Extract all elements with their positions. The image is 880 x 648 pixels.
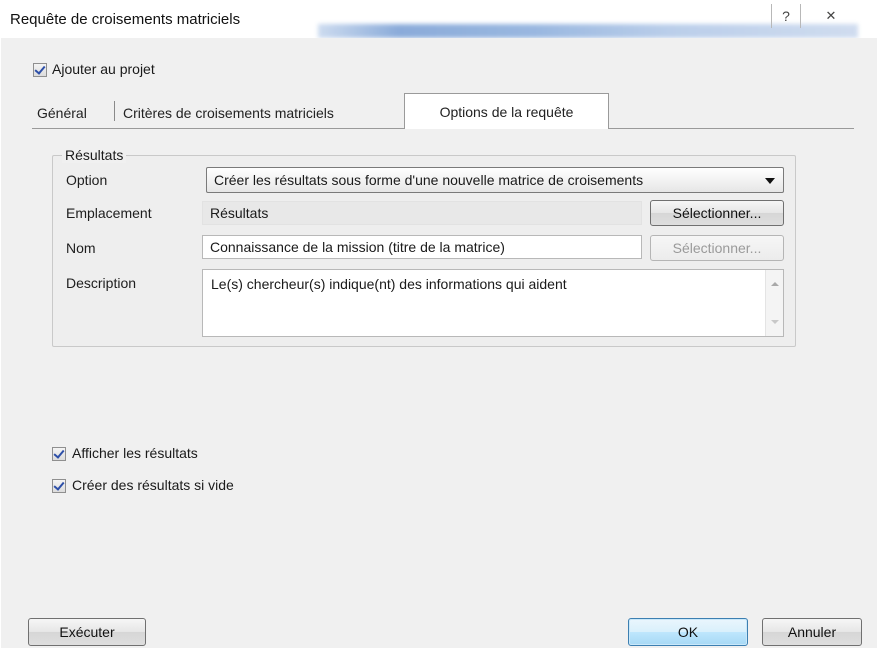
create-if-empty-checkbox[interactable] <box>52 479 66 493</box>
execute-label: Exécuter <box>59 624 115 640</box>
tab-query-options[interactable]: Options de la requête <box>404 93 609 129</box>
ok-button[interactable]: OK <box>628 618 748 646</box>
option-select[interactable]: Créer les résultats sous forme d'une nou… <box>206 167 784 193</box>
results-group-title: Résultats <box>62 147 127 163</box>
name-value: Connaissance de la mission (titre de la … <box>210 239 505 255</box>
close-icon: ✕ <box>825 8 837 23</box>
select-location-button[interactable]: Sélectionner... <box>650 200 784 226</box>
help-button[interactable]: ? <box>771 4 801 28</box>
description-scrollbar[interactable] <box>765 270 783 336</box>
ok-label: OK <box>677 624 699 640</box>
scroll-up-icon[interactable] <box>771 282 779 286</box>
help-icon: ? <box>782 8 790 24</box>
option-label: Option <box>66 172 108 188</box>
select-name-button[interactable]: Sélectionner... <box>650 235 784 261</box>
title-bar: Requête de croisements matriciels ? ✕ <box>0 0 880 38</box>
cancel-button[interactable]: Annuler <box>762 618 862 646</box>
tab-criteria[interactable]: Critères de croisements matriciels <box>123 99 334 127</box>
add-to-project-checkbox[interactable] <box>33 63 47 77</box>
name-label: Nom <box>66 240 96 256</box>
location-label: Emplacement <box>66 205 152 221</box>
show-results-checkbox[interactable] <box>52 447 66 461</box>
description-label: Description <box>66 275 137 291</box>
chevron-down-icon <box>765 178 775 184</box>
option-select-value: Créer les résultats sous forme d'une nou… <box>214 172 644 188</box>
location-field: Résultats <box>202 201 642 225</box>
tab-query-options-label: Options de la requête <box>439 103 574 120</box>
description-value: Le(s) chercheur(s) indique(nt) des infor… <box>211 276 567 292</box>
cancel-label: Annuler <box>787 624 837 640</box>
tab-general-label: Général <box>37 105 87 121</box>
dialog-window: Requête de croisements matriciels ? ✕ Aj… <box>0 0 880 648</box>
close-button[interactable]: ✕ <box>816 4 846 28</box>
tab-separator <box>114 101 115 121</box>
add-to-project-label: Ajouter au projet <box>52 61 155 77</box>
select-name-label: Sélectionner... <box>672 240 762 256</box>
show-results-label: Afficher les résultats <box>72 445 198 461</box>
tab-criteria-label: Critères de croisements matriciels <box>123 105 334 121</box>
create-if-empty-label: Créer des résultats si vide <box>72 477 234 493</box>
description-textarea[interactable]: Le(s) chercheur(s) indique(nt) des infor… <box>202 269 784 337</box>
execute-button[interactable]: Exécuter <box>28 618 146 646</box>
name-input[interactable]: Connaissance de la mission (titre de la … <box>202 235 642 259</box>
location-value: Résultats <box>210 205 269 221</box>
scroll-down-icon[interactable] <box>771 320 779 324</box>
select-location-label: Sélectionner... <box>672 205 762 221</box>
tab-strip: Général Critères de croisements matricie… <box>32 93 852 129</box>
tab-general[interactable]: Général <box>37 99 87 127</box>
window-title: Requête de croisements matriciels <box>10 11 241 28</box>
